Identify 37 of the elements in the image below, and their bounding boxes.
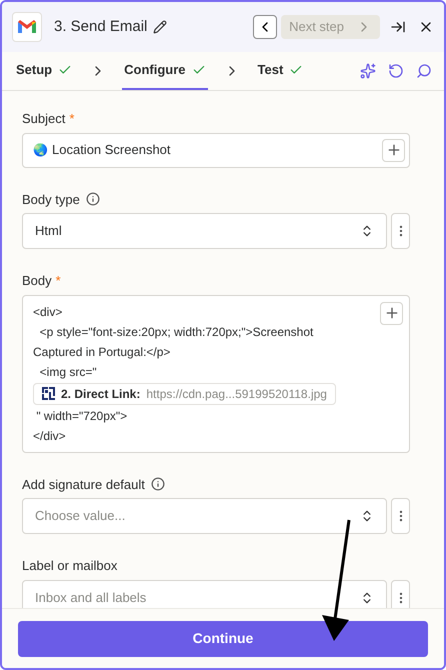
- select-field[interactable]: Html: [22, 213, 387, 249]
- step-tab[interactable]: Configure: [122, 52, 208, 90]
- gmail-logo-icon: [12, 12, 42, 42]
- code-line: <p style="font-size:20px; width:720px;">Screenshot: [38, 324, 314, 340]
- field-value: Location Screenshot: [52, 141, 172, 160]
- field-label: Body: [22, 272, 52, 290]
- subject-field[interactable]: 🌏 Location Screenshot: [22, 132, 410, 168]
- required-mark: *: [69, 110, 74, 128]
- plus-icon: [384, 305, 400, 321]
- undo-icon[interactable]: [388, 63, 404, 79]
- step-tab[interactable]: Setup: [14, 52, 74, 90]
- insert-button[interactable]: [382, 138, 405, 162]
- variable-chip[interactable]: 2. Direct Link: https://cdn.pag...59199520118.jpg: [33, 382, 336, 404]
- continue-button[interactable]: Continue: [18, 620, 428, 656]
- insert-button[interactable]: [380, 302, 403, 324]
- search-icon[interactable]: [416, 63, 432, 79]
- edit-icon[interactable]: [153, 20, 168, 34]
- code-line: <div>: [33, 304, 62, 320]
- code-line: " width="720px">: [35, 408, 128, 424]
- step-tab[interactable]: Test: [256, 52, 306, 90]
- required-mark: *: [56, 272, 61, 290]
- more-options-button[interactable]: [391, 580, 410, 608]
- previous-button[interactable]: [253, 15, 278, 39]
- code-line: Captured in Portugal:</p>: [33, 344, 170, 360]
- body-editor[interactable]: <div> <p style="font-size:20px; width:720px;">Screenshot Captured in Portugal:</p> <img src=" 2. Direct Link: https://cdn.pag...59199520118.jpg " width="720px"> </div>: [22, 294, 410, 452]
- plus-icon: [386, 142, 402, 158]
- field-label: Label or mailbox: [22, 557, 118, 575]
- step-title: 3. Send Email: [54, 16, 148, 37]
- code-line: </div>: [33, 428, 66, 444]
- collapse-icon[interactable]: [390, 19, 406, 35]
- app-logo-icon: [42, 387, 55, 400]
- globe-icon: 🌏: [33, 141, 48, 159]
- sparkle-icon[interactable]: [360, 63, 376, 79]
- field-label: Body type: [22, 190, 80, 209]
- field-label: Add signature default: [22, 476, 145, 494]
- field-label: Subject: [22, 110, 66, 128]
- code-line: <img src=": [38, 364, 97, 380]
